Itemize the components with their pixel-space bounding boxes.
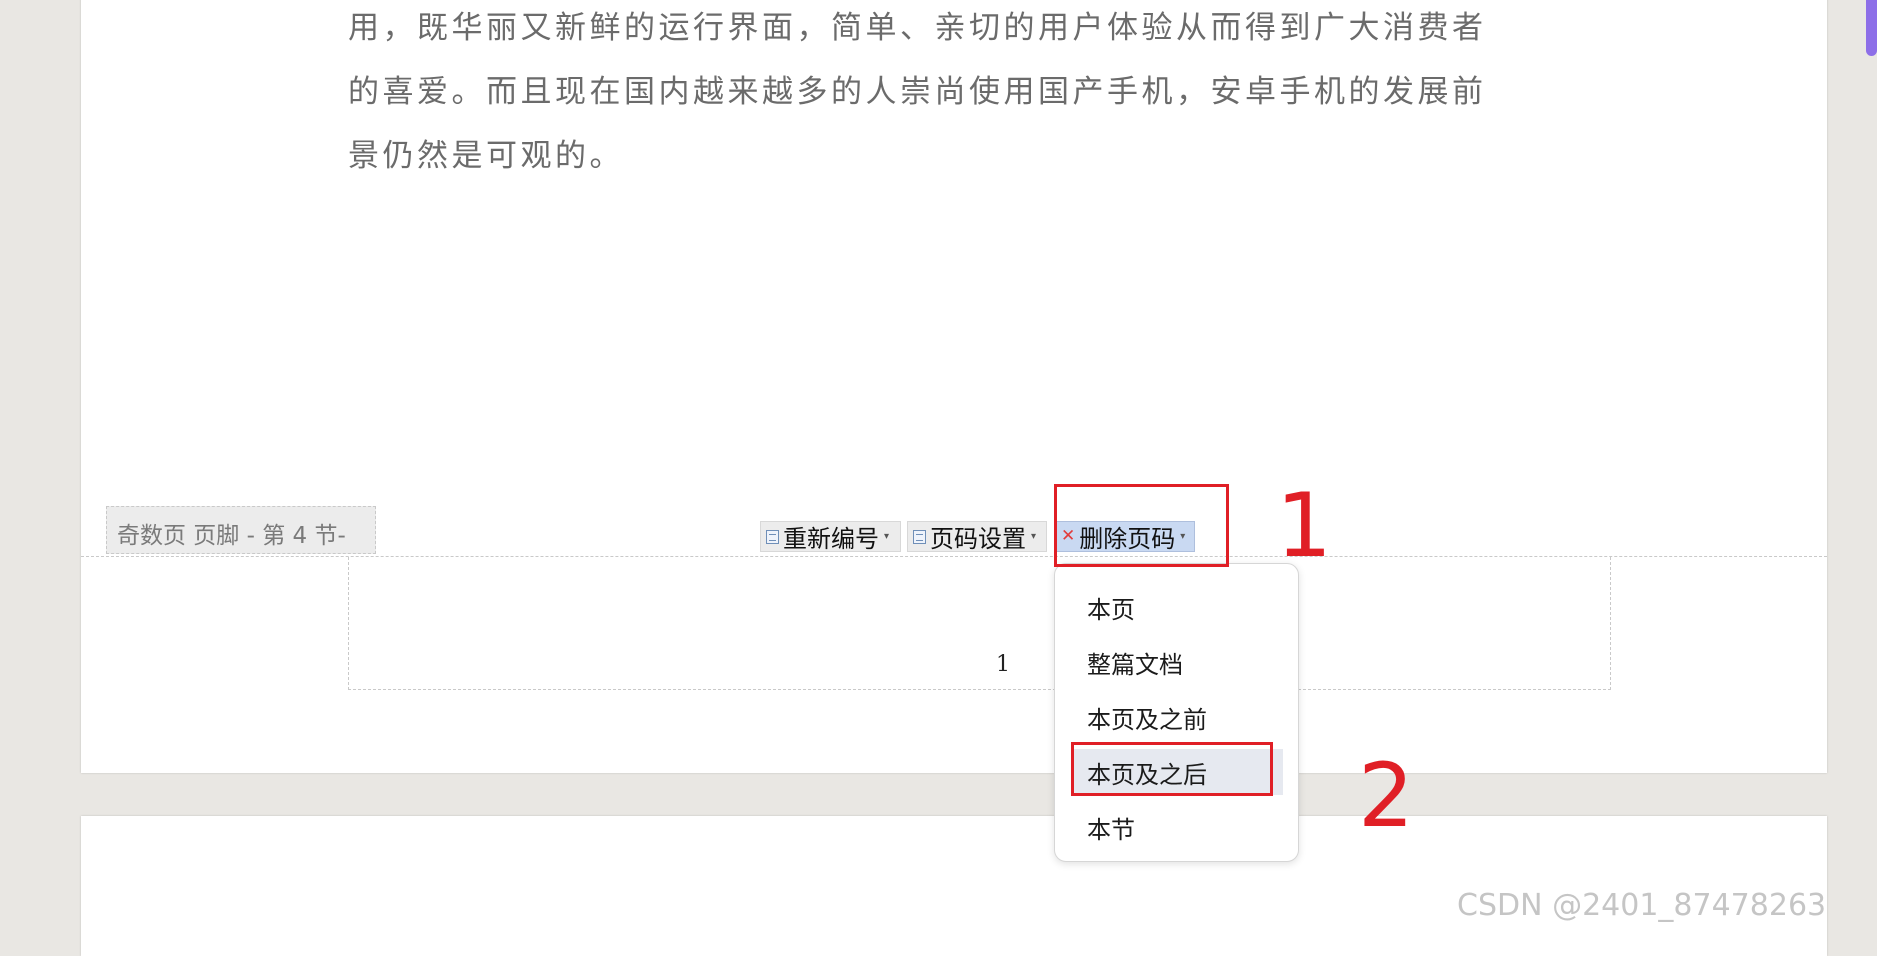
annotation-step-1: 1 [1276,474,1332,577]
footer-section-label: 奇数页 页脚 - 第 4 节- [117,523,346,549]
annotation-box-step-2 [1071,742,1273,796]
renumber-icon [766,529,779,544]
page-number-settings-button[interactable]: 页码设置 ▾ [907,521,1047,553]
renumber-label: 重新编号 [783,525,879,553]
menu-item-this-section[interactable]: 本节 [1071,804,1283,850]
menu-item-this-page-and-before[interactable]: 本页及之前 [1071,694,1283,740]
watermark: CSDN @2401_87478263 [1457,888,1827,923]
menu-item-whole-document[interactable]: 整篇文档 [1071,639,1283,685]
page-number[interactable]: 1 [996,652,1010,677]
body-line: 景仍然是可观的。 [348,138,624,174]
annotation-box-step-1 [1054,484,1229,567]
body-line: 的喜爱。而且现在国内越来越多的人崇尚使用国产手机，安卓手机的发展前 [348,74,1487,110]
footer-area[interactable] [348,557,1611,690]
body-line: 用，既华丽又新鲜的运行界面，简单、亲切的用户体验从而得到广大消费者 [348,10,1487,46]
annotation-step-2: 2 [1358,744,1414,847]
menu-item-this-page[interactable]: 本页 [1071,584,1283,630]
next-document-page [81,816,1827,956]
delete-page-number-menu: 本页 整篇文档 本页及之前 本页及之后 本节 [1054,563,1299,862]
scrollbar-thumb[interactable] [1866,0,1877,56]
chevron-down-icon: ▾ [1031,531,1037,542]
footer-section-tag: 奇数页 页脚 - 第 4 节- [106,506,376,554]
page-number-settings-label: 页码设置 [930,525,1026,553]
chevron-down-icon: ▾ [884,531,890,542]
renumber-button[interactable]: 重新编号 ▾ [760,521,901,553]
settings-icon [913,529,926,544]
